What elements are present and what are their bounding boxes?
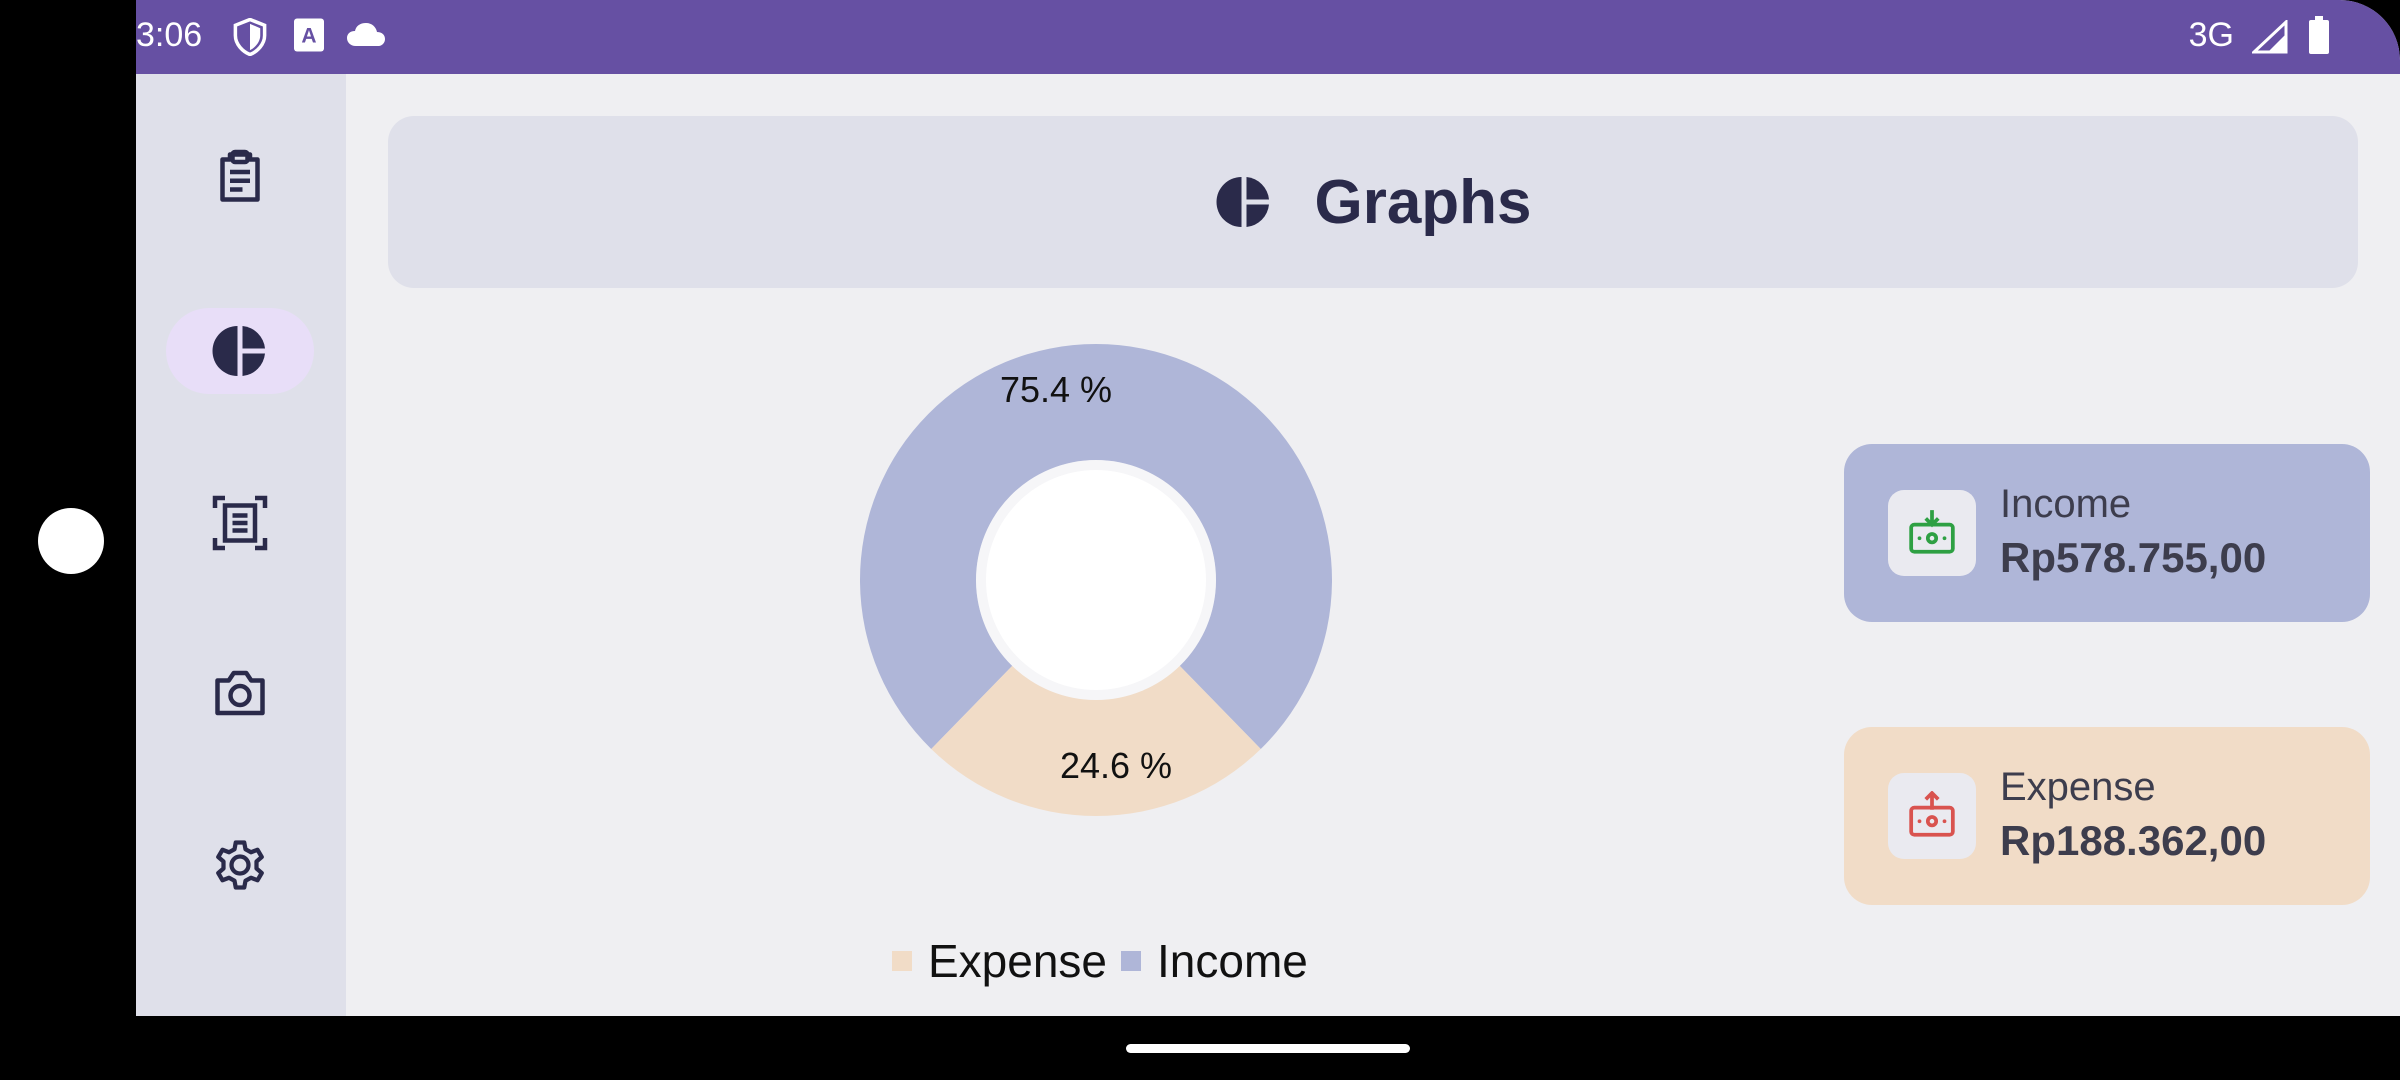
expense-icon-box (1888, 773, 1976, 859)
battery-icon (2308, 16, 2330, 59)
camera-icon (215, 670, 265, 716)
page-header: Graphs (388, 116, 2358, 288)
legend-label-income: Income (1157, 935, 1308, 987)
clipboard-icon (220, 149, 260, 202)
page-title: Graphs (1314, 167, 1532, 237)
cloud-icon (346, 22, 386, 53)
rail-item-settings[interactable] (166, 822, 314, 908)
expense-value: Rp188.362,00 (2000, 817, 2267, 864)
device-frame: 3:06 A 3G Graphs 75.4 % 24.6 % Expense I… (0, 0, 2400, 1080)
scan-document-icon (212, 495, 268, 551)
income-value: Rp578.755,00 (2000, 534, 2267, 581)
app-screen: 3:06 A 3G Graphs 75.4 % 24.6 % Expense I… (136, 0, 2400, 1016)
chart-legend: Expense Income (892, 934, 1322, 988)
network-type: 3G (2188, 16, 2234, 54)
status-time: 3:06 (136, 16, 203, 54)
rail-item-scan[interactable] (166, 480, 314, 566)
rail-item-graphs[interactable] (166, 308, 314, 394)
donut-hole (986, 470, 1206, 690)
camera-cutout (38, 508, 104, 574)
legend-label-expense: Expense (928, 935, 1108, 987)
income-icon-box (1888, 490, 1976, 576)
income-card[interactable]: Income Rp578.755,00 (1844, 444, 2370, 622)
a-badge-icon: A (294, 18, 324, 57)
expense-label: Expense (2000, 765, 2156, 809)
navigation-rail (136, 74, 346, 1016)
pie-chart-icon (1216, 177, 1270, 227)
rail-item-camera[interactable] (166, 650, 314, 736)
pie-chart-icon (212, 326, 265, 376)
expense-card[interactable]: Expense Rp188.362,00 (1844, 727, 2370, 905)
data-label-expense: 24.6 % (1060, 745, 1172, 786)
svg-text:A: A (301, 25, 316, 48)
status-bar: 3:06 A 3G (136, 0, 2400, 74)
signal-icon (2250, 18, 2288, 59)
income-label: Income (2000, 482, 2132, 526)
income-icon (1909, 510, 1955, 554)
legend-swatch-expense (892, 951, 912, 971)
rail-item-records[interactable] (166, 134, 314, 220)
shield-icon (232, 17, 268, 61)
gear-icon (216, 840, 264, 890)
data-label-income: 75.4 % (1000, 369, 1112, 410)
home-indicator[interactable] (1126, 1044, 1410, 1053)
donut-chart: 75.4 % 24.6 % (836, 320, 1356, 840)
expense-icon (1909, 791, 1955, 837)
legend-swatch-income (1121, 951, 1142, 971)
